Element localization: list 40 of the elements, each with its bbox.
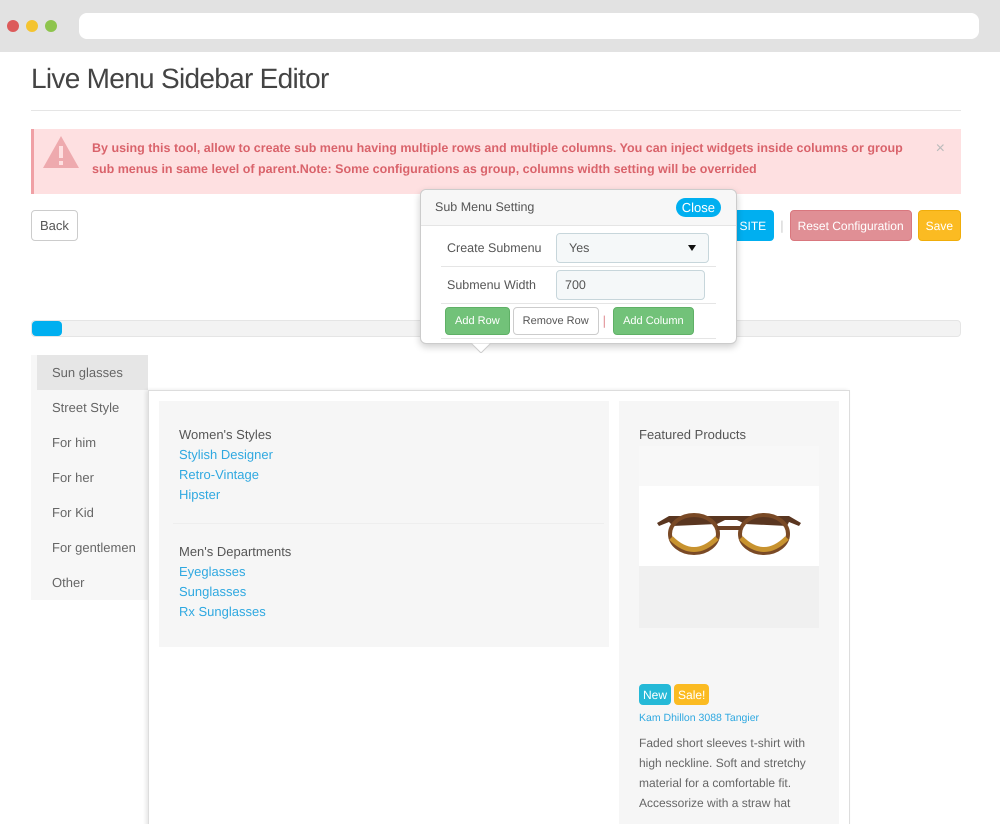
submenu-link[interactable]: Eyeglasses	[179, 562, 246, 582]
sidebar-item[interactable]: For gentlemen	[37, 530, 148, 565]
popover-button[interactable]: Remove Row	[512, 307, 599, 335]
group-title: Women's Styles	[179, 426, 273, 444]
caret-icon	[688, 245, 696, 251]
product-link[interactable]: Kam Dhillon 3088 Tangier	[639, 711, 760, 727]
input-field[interactable]: 700	[556, 270, 705, 300]
page-title: Live Menu Sidebar Editor	[31, 52, 961, 111]
popover-button[interactable]: Add Row	[445, 307, 510, 335]
close-button[interactable]: ×	[928, 137, 953, 161]
separator: |	[780, 216, 784, 235]
submenu-link[interactable]: Sunglasses	[179, 582, 246, 602]
warning-icon	[42, 135, 80, 169]
alert-text: By using this tool, allow to create sub menu having multiple rows and multiple columns. You can inject widgets inside columns or group sub menus in same level of parent.Note: Some configurations as group, columns width setting will be overrided	[92, 140, 904, 178]
separator: |	[602, 312, 606, 330]
field-label: Create Submenu	[447, 240, 543, 257]
sidebar-item[interactable]: For her	[37, 460, 148, 495]
submenu-link[interactable]: Retro-Vintage	[179, 465, 259, 485]
group-title: Men's Departments	[179, 543, 292, 561]
featured-title: Featured Products	[639, 426, 747, 444]
back-button[interactable]: Back	[31, 210, 78, 241]
field-label: Submenu Width	[447, 276, 537, 294]
sidebar-item[interactable]: For him	[37, 425, 148, 460]
popover-title: Sub Menu Setting	[435, 199, 534, 216]
sidebar-item[interactable]: For Kid	[37, 495, 148, 530]
address-bar[interactable]	[79, 13, 979, 39]
product-badge: Sale!	[674, 684, 710, 705]
submenu-link[interactable]: Rx Sunglasses	[179, 602, 266, 622]
product-description: Faded short sleeves t-shirt with high neckline. Soft and stretchy material for a comfortable fit. Accessorize with a straw hat	[639, 734, 807, 812]
close-button[interactable]: Close	[676, 198, 721, 217]
sidebar-item[interactable]: Sun glasses	[37, 355, 148, 390]
product-badge: New	[639, 684, 672, 705]
popover-button[interactable]: Add Column	[613, 307, 694, 335]
toolbar-button[interactable]: Reset Configuration	[790, 210, 912, 241]
sidebar-item[interactable]: Other	[37, 565, 148, 600]
submenu-link[interactable]: Hipster	[179, 485, 220, 505]
submenu-link[interactable]: Stylish Designer	[179, 445, 273, 465]
select-field[interactable]: Yes	[556, 233, 709, 263]
toolbar-button[interactable]: Save	[918, 210, 961, 241]
sidebar-item[interactable]: Street Style	[37, 390, 148, 425]
